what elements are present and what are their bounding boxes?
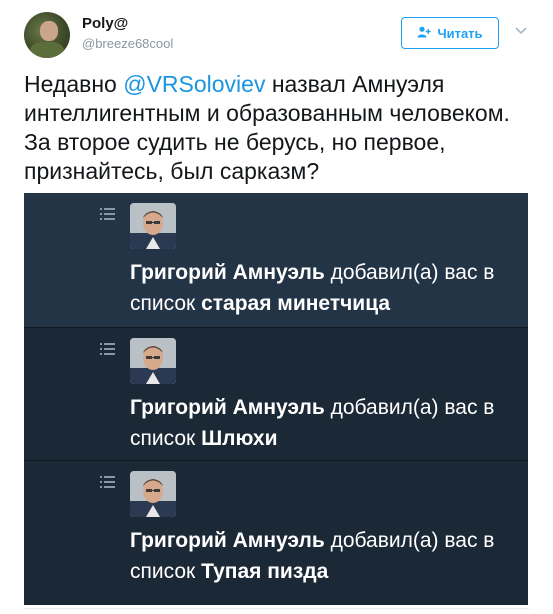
- list-name[interactable]: старая минетчица: [201, 292, 390, 315]
- notification-text: Григорий Амнуэль добавил(а) вас в список…: [130, 257, 522, 319]
- mention-link[interactable]: @VRSoloviev: [123, 71, 265, 97]
- actor-avatar[interactable]: [130, 338, 176, 384]
- author-handle[interactable]: @breeze68cool: [82, 36, 173, 51]
- add-user-icon: [417, 26, 432, 40]
- tweet-text-before: Недавно: [24, 71, 124, 97]
- follow-button[interactable]: Читать: [401, 17, 499, 49]
- actor-name[interactable]: Григорий Амнуэль: [130, 396, 325, 419]
- tweet-header: Poly@ @breeze68cool Читать: [24, 12, 534, 60]
- follow-button-label: Читать: [437, 25, 483, 41]
- list-name[interactable]: Шлюхи: [201, 427, 277, 450]
- list-notification: Григорий Амнуэль добавил(а) вас в список…: [24, 328, 528, 461]
- list-icon: [100, 342, 116, 356]
- chevron-down-icon[interactable]: [514, 24, 528, 38]
- list-notification: Григорий Амнуэль добавил(а) вас в список…: [24, 193, 528, 328]
- author-avatar[interactable]: [24, 12, 70, 58]
- notification-text: Григорий Амнуэль добавил(а) вас в список…: [130, 525, 522, 587]
- divider: [24, 608, 529, 609]
- actor-name[interactable]: Григорий Амнуэль: [130, 261, 325, 284]
- attached-screenshot[interactable]: Григорий Амнуэль добавил(а) вас в список…: [24, 193, 528, 605]
- tweet-text: Недавно @VRSoloviev назвал Амнуэля интел…: [24, 70, 529, 186]
- list-icon: [100, 475, 116, 489]
- list-notification: Григорий Амнуэль добавил(а) вас в список…: [24, 461, 528, 605]
- list-name[interactable]: Тупая пизда: [201, 560, 328, 583]
- actor-avatar[interactable]: [130, 203, 176, 249]
- actor-name[interactable]: Григорий Амнуэль: [130, 529, 325, 552]
- list-icon: [100, 207, 116, 221]
- author-name[interactable]: Poly@: [82, 15, 128, 32]
- actor-avatar[interactable]: [130, 471, 176, 517]
- notification-text: Григорий Амнуэль добавил(а) вас в список…: [130, 392, 522, 454]
